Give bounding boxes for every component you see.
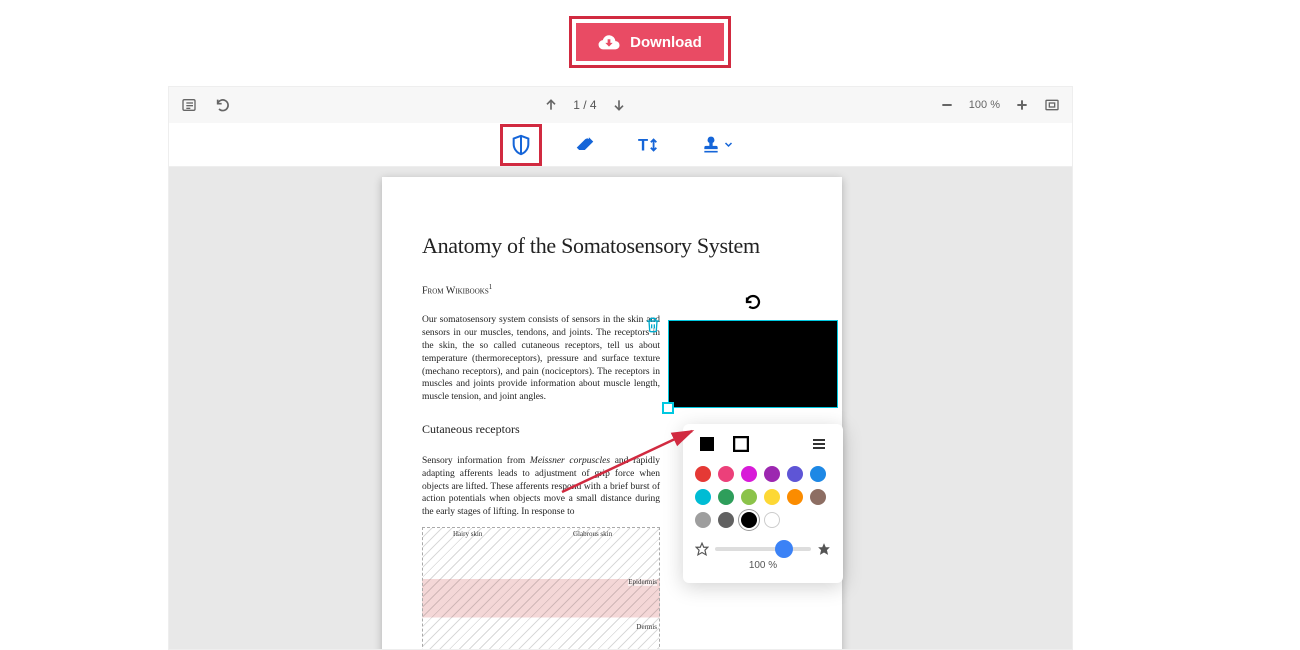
stamp-icon xyxy=(701,135,721,155)
toolbar-pagination: 1 / 4 100 % xyxy=(169,87,1072,123)
page-indicator: 1 / 4 xyxy=(573,98,596,112)
illus-label: Glabrous skin xyxy=(573,530,612,538)
color-swatch[interactable] xyxy=(787,466,803,482)
color-swatch[interactable] xyxy=(718,512,734,528)
download-button[interactable]: Download xyxy=(576,23,724,61)
zoom-in-icon[interactable] xyxy=(1014,97,1030,113)
color-swatch[interactable] xyxy=(741,489,757,505)
zoom-level: 100 % xyxy=(969,99,1000,111)
color-swatch[interactable] xyxy=(695,512,711,528)
slider-thumb[interactable] xyxy=(775,540,793,558)
shield-icon xyxy=(510,134,532,156)
illus-label: Dermis xyxy=(636,623,657,631)
download-highlight: Download xyxy=(569,16,731,68)
color-swatch[interactable] xyxy=(810,466,826,482)
fill-mode-icon[interactable] xyxy=(699,436,715,452)
color-swatch[interactable] xyxy=(695,466,711,482)
text-tool-wrap: T xyxy=(628,124,670,166)
stamp-tool-wrap xyxy=(692,124,742,166)
illus-label: Hairy skin xyxy=(453,530,482,538)
redaction-box[interactable] xyxy=(668,320,838,408)
opacity-label: 100 % xyxy=(695,560,831,571)
opacity-slider[interactable] xyxy=(715,547,811,551)
illus-label: Epidermis xyxy=(628,578,657,586)
color-swatch[interactable] xyxy=(764,489,780,505)
redact-tool[interactable] xyxy=(509,133,533,157)
color-swatch[interactable] xyxy=(741,466,757,482)
download-label: Download xyxy=(630,34,702,51)
undo-icon[interactable] xyxy=(215,97,231,113)
canvas[interactable]: Anatomy of the Somatosensory System From… xyxy=(169,167,1072,649)
color-swatch[interactable] xyxy=(718,489,734,505)
editor-frame: 1 / 4 100 % xyxy=(168,86,1073,650)
color-swatch[interactable] xyxy=(695,489,711,505)
prev-page-icon[interactable] xyxy=(543,97,559,113)
color-swatches xyxy=(695,466,831,528)
color-palette: 100 % xyxy=(683,424,843,583)
opacity-slider-row xyxy=(695,542,831,556)
star-fill-icon xyxy=(817,542,831,556)
document-para2: Sensory information from Meissner corpus… xyxy=(422,455,660,519)
chevron-down-icon xyxy=(724,140,733,149)
cloud-download-icon xyxy=(598,33,620,51)
toolbar-tools: T xyxy=(169,123,1072,167)
redact-tool-highlight xyxy=(500,124,542,166)
next-page-icon[interactable] xyxy=(611,97,627,113)
svg-text:T: T xyxy=(638,136,648,154)
resize-handle[interactable] xyxy=(662,402,674,414)
zoom-out-icon[interactable] xyxy=(939,97,955,113)
erase-tool-wrap xyxy=(564,124,606,166)
color-swatch[interactable] xyxy=(718,466,734,482)
star-outline-icon xyxy=(695,542,709,556)
document-illustration: Hairy skin Glabrous skin Epidermis Dermi… xyxy=(422,527,660,649)
fit-width-icon[interactable] xyxy=(1044,97,1060,113)
download-bar: Download xyxy=(0,16,1300,68)
trash-icon[interactable] xyxy=(645,317,661,333)
erase-tool[interactable] xyxy=(573,133,597,157)
color-swatch[interactable] xyxy=(741,512,757,528)
document-title: Anatomy of the Somatosensory System xyxy=(422,233,802,259)
stamp-tool[interactable] xyxy=(701,133,733,157)
text-size-icon: T xyxy=(637,134,661,156)
sidebar-toggle-icon[interactable] xyxy=(181,97,197,113)
color-swatch[interactable] xyxy=(787,489,803,505)
document-para1: Our somatosensory system consists of sen… xyxy=(422,314,660,404)
eraser-icon xyxy=(574,134,596,156)
rotate-handle-icon[interactable] xyxy=(744,293,762,311)
more-options-icon[interactable] xyxy=(811,436,827,452)
outline-mode-icon[interactable] xyxy=(733,436,749,452)
color-swatch[interactable] xyxy=(810,489,826,505)
color-swatch[interactable] xyxy=(764,466,780,482)
color-swatch[interactable] xyxy=(764,512,780,528)
text-tool[interactable]: T xyxy=(637,133,661,157)
